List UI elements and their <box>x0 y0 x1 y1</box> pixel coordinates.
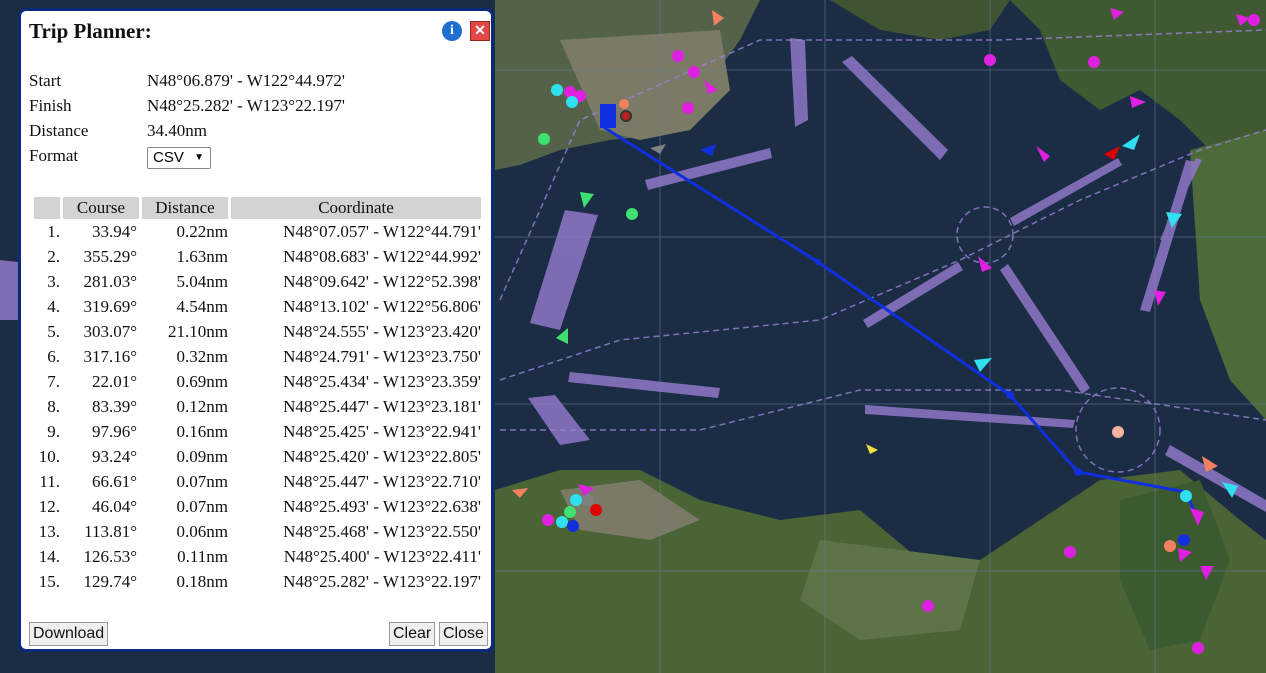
table-row: 6. 317.16° 0.32nm N48°24.791' - W123°23.750… <box>34 344 481 369</box>
leg-course: 113.81° <box>84 521 137 541</box>
table-row: 8. 83.39° 0.12nm N48°25.447' - W123°23.181' <box>34 394 481 419</box>
index-column-header <box>34 197 60 219</box>
table-row: 3. 281.03° 5.04nm N48°09.642' - W122°52.398… <box>34 269 481 294</box>
leg-index: 8. <box>47 396 60 416</box>
leg-course: 281.03° <box>83 271 137 291</box>
leg-distance: 0.07nm <box>176 496 228 516</box>
leg-course: 97.96° <box>91 421 137 441</box>
panel-title: Trip Planner: <box>29 19 152 43</box>
clear-button[interactable]: Clear <box>389 622 436 646</box>
leg-coordinate: N48°24.555' - W123°23.420' <box>283 321 481 341</box>
close-icon[interactable]: ✕ <box>470 21 490 41</box>
leg-course: 319.69° <box>83 296 137 316</box>
leg-coordinate: N48°25.447' - W123°23.181' <box>283 396 481 416</box>
leg-course: 355.29° <box>83 246 137 266</box>
leg-course: 46.04° <box>91 496 137 516</box>
leg-distance: 0.32nm <box>176 346 228 366</box>
leg-coordinate: N48°25.282' - W123°22.197' <box>283 571 481 591</box>
distance-column-header: Distance <box>142 197 228 219</box>
leg-course: 317.16° <box>83 346 137 366</box>
format-select-value: CSV <box>153 149 184 166</box>
table-row: 2. 355.29° 1.63nm N48°08.683' - W122°44.992… <box>34 244 481 269</box>
leg-coordinate: N48°09.642' - W122°52.398' <box>283 271 481 291</box>
table-row: 7. 22.01° 0.69nm N48°25.434' - W123°23.359' <box>34 369 481 394</box>
table-row: 1. 33.94° 0.22nm N48°07.057' - W122°44.791' <box>34 219 481 244</box>
leg-distance: 0.22nm <box>176 221 228 241</box>
leg-coordinate: N48°08.683' - W122°44.992' <box>283 246 481 266</box>
distance-value: 34.40nm <box>147 121 207 140</box>
coordinate-column-header: Coordinate <box>231 197 481 219</box>
format-label: Format <box>29 146 79 165</box>
legs-table: Course Distance Coordinate 1. 33.94° 0.22n… <box>31 197 484 594</box>
leg-coordinate: N48°24.791' - W123°23.750' <box>283 346 481 366</box>
leg-coordinate: N48°07.057' - W122°44.791' <box>283 221 481 241</box>
chevron-down-icon: ▼ <box>194 152 204 163</box>
leg-index: 4. <box>47 296 60 316</box>
leg-coordinate: N48°25.425' - W123°22.941' <box>283 421 481 441</box>
leg-distance: 0.69nm <box>176 371 228 391</box>
leg-course: 33.94° <box>91 221 137 241</box>
leg-distance: 0.09nm <box>176 446 228 466</box>
leg-index: 1. <box>47 221 60 241</box>
table-row: 14. 126.53° 0.11nm N48°25.400' - W123°22.41… <box>34 544 481 569</box>
leg-course: 303.07° <box>83 321 137 341</box>
leg-distance: 5.04nm <box>176 271 228 291</box>
leg-distance: 1.63nm <box>176 246 228 266</box>
leg-index: 5. <box>47 321 60 341</box>
leg-index: 14. <box>38 546 60 566</box>
leg-index: 13. <box>38 521 60 541</box>
distance-label: Distance <box>29 121 89 140</box>
leg-index: 10. <box>38 446 60 466</box>
table-row: 4. 319.69° 4.54nm N48°13.102' - W122°56.806… <box>34 294 481 319</box>
leg-coordinate: N48°25.434' - W123°23.359' <box>283 371 481 391</box>
table-row: 9. 97.96° 0.16nm N48°25.425' - W123°22.941' <box>34 419 481 444</box>
table-row: 13. 113.81° 0.06nm N48°25.468' - W123°22.55… <box>34 519 481 544</box>
download-button[interactable]: Download <box>29 622 109 646</box>
table-row: 10. 93.24° 0.09nm N48°25.420' - W123°22.805… <box>34 444 481 469</box>
leg-index: 15. <box>38 571 60 591</box>
info-icon[interactable]: i <box>442 21 462 41</box>
leg-coordinate: N48°25.447' - W123°22.710' <box>283 471 481 491</box>
leg-course: 66.61° <box>91 471 137 491</box>
table-row: 15. 129.74° 0.18nm N48°25.282' - W123°22.19… <box>34 569 481 594</box>
leg-index: 9. <box>47 421 60 441</box>
leg-index: 2. <box>47 246 60 266</box>
trip-planner-panel: Trip Planner: i ✕ Start N48°06.879' - W1… <box>18 8 494 652</box>
leg-distance: 0.16nm <box>176 421 228 441</box>
table-row: 12. 46.04° 0.07nm N48°25.493' - W123°22.638… <box>34 494 481 519</box>
leg-course: 83.39° <box>91 396 137 416</box>
leg-course: 126.53° <box>83 546 137 566</box>
leg-coordinate: N48°25.493' - W123°22.638' <box>283 496 481 516</box>
leg-course: 129.74° <box>83 571 137 591</box>
leg-coordinate: N48°13.102' - W122°56.806' <box>283 296 481 316</box>
leg-distance: 0.06nm <box>176 521 228 541</box>
format-select[interactable]: CSV ▼ <box>147 147 211 169</box>
leg-index: 6. <box>47 346 60 366</box>
table-row: 5. 303.07° 21.10nm N48°24.555' - W123°23.42… <box>34 319 481 344</box>
finish-label: Finish <box>29 96 72 115</box>
course-column-header: Course <box>63 197 139 219</box>
leg-course: 93.24° <box>91 446 137 466</box>
start-value: N48°06.879' - W122°44.972' <box>147 71 345 90</box>
leg-distance: 0.12nm <box>176 396 228 416</box>
leg-index: 12. <box>38 496 60 516</box>
leg-distance: 0.11nm <box>177 546 228 566</box>
leg-coordinate: N48°25.400' - W123°22.411' <box>283 546 481 566</box>
leg-index: 11. <box>39 471 60 491</box>
leg-distance: 4.54nm <box>176 296 228 316</box>
leg-coordinate: N48°25.468' - W123°22.550' <box>283 521 481 541</box>
leg-coordinate: N48°25.420' - W123°22.805' <box>283 446 481 466</box>
start-label: Start <box>29 71 62 90</box>
leg-course: 22.01° <box>91 371 137 391</box>
finish-value: N48°25.282' - W123°22.197' <box>147 96 345 115</box>
leg-index: 7. <box>47 371 60 391</box>
leg-distance: 0.07nm <box>176 471 228 491</box>
table-row: 11. 66.61° 0.07nm N48°25.447' - W123°22.710… <box>34 469 481 494</box>
close-button[interactable]: Close <box>439 622 488 646</box>
leg-distance: 21.10nm <box>168 321 228 341</box>
leg-distance: 0.18nm <box>176 571 228 591</box>
leg-index: 3. <box>47 271 60 291</box>
